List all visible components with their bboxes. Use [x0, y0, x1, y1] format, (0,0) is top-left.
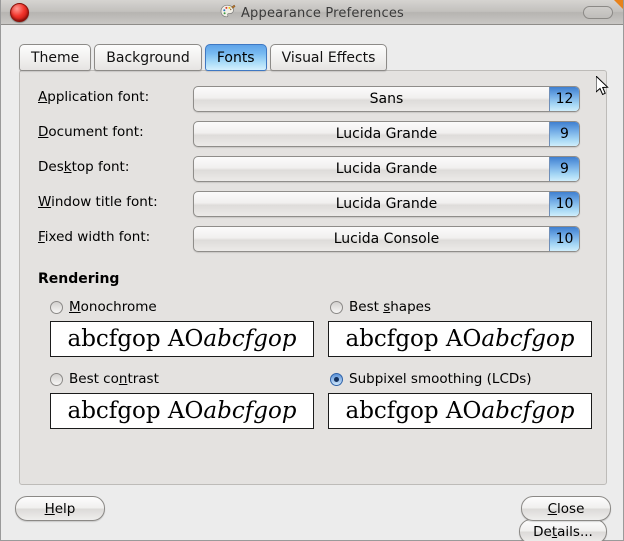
close-button[interactable]: Close [521, 496, 611, 521]
fixed-width-font-value: Lucida Console [333, 231, 440, 247]
label-text: hapes [390, 299, 431, 315]
window-title: Appearance Preferences [220, 4, 404, 21]
label-text: Best co [69, 371, 119, 387]
radio-monochrome-label: Monochrome [69, 299, 157, 315]
window-titlebar: Appearance Preferences [1, 0, 623, 25]
window-title-font-button[interactable]: Lucida Grande 10 [193, 191, 580, 217]
sample-best-contrast: abcfgop AO abcfgop [50, 393, 314, 429]
desktop-font-size[interactable]: 9 [549, 157, 579, 181]
document-font-button[interactable]: Lucida Grande 9 [193, 121, 580, 147]
sample-monochrome: abcfgop AO abcfgop [50, 321, 314, 357]
desktop-font-value: Lucida Grande [335, 161, 438, 177]
window-title-text: Appearance Preferences [240, 5, 405, 21]
radio-best-contrast-label: Best contrast [69, 371, 159, 387]
radio-best-shapes-label: Best shapes [349, 299, 431, 315]
window-title-font-value: Lucida Grande [335, 196, 438, 212]
details-button[interactable]: De t ails... [519, 519, 607, 541]
font-row-window-title: Window title font: Lucida Grande 10 [20, 191, 606, 217]
tab-background-label: Background [106, 49, 190, 66]
sample-roman-text: abcfgop AO [67, 398, 204, 424]
tab-visual-effects-label: Visual Effects [281, 49, 376, 66]
desktop-font-button[interactable]: Lucida Grande 9 [193, 156, 580, 182]
application-font-label: Application font: [38, 89, 198, 105]
fixed-width-font-size[interactable]: 10 [549, 227, 579, 251]
mnemonic: W [38, 194, 52, 210]
application-font-value: Sans [369, 91, 404, 107]
fixed-width-font-button[interactable]: Lucida Console 10 [193, 226, 580, 252]
radio-monochrome-indicator[interactable] [50, 300, 63, 314]
tab-bar: Theme Background Fonts Visual Effects [19, 44, 388, 71]
mnemonic: C [547, 500, 558, 517]
mnemonic: H [44, 500, 55, 517]
sample-italic-text: abcfgop [203, 326, 297, 352]
palette-icon [220, 4, 236, 17]
font-row-document: Document font: Lucida Grande 9 [20, 121, 606, 147]
mnemonic: F [38, 229, 45, 245]
sample-italic-text: abcfgop [481, 398, 575, 424]
font-row-application: Application font: Sans 12 [20, 86, 606, 112]
document-font-size[interactable]: 9 [549, 122, 579, 146]
radio-best-shapes-indicator[interactable] [330, 300, 343, 314]
mnemonic: D [38, 124, 49, 140]
window-title-font-size[interactable]: 10 [549, 192, 579, 216]
label-text: Des [38, 159, 64, 175]
label-text: elp [54, 500, 76, 517]
mnemonic: M [69, 299, 81, 315]
label-text: ails... [557, 523, 593, 540]
font-row-fixed-width: Fixed width font: Lucida Console 10 [20, 226, 606, 252]
corner-accent [614, 0, 623, 9]
close-window-button[interactable] [10, 3, 29, 22]
sample-roman-text: abcfgop AO [67, 326, 204, 352]
tab-fonts-label: Fonts [216, 49, 255, 66]
application-font-size[interactable]: 12 [549, 87, 579, 111]
font-row-desktop: Desktop font: Lucida Grande 9 [20, 156, 606, 182]
radio-best-contrast-indicator[interactable] [50, 372, 63, 386]
label-text: trast [127, 371, 159, 387]
label-text: pplication font: [47, 89, 150, 105]
tab-background[interactable]: Background [94, 44, 202, 71]
radio-subpixel-smoothing-indicator[interactable] [330, 372, 343, 386]
help-button[interactable]: Help [15, 496, 105, 521]
tab-fonts[interactable]: Fonts [204, 44, 267, 71]
application-font-button[interactable]: Sans 12 [193, 86, 580, 112]
label-text: lose [557, 500, 585, 517]
tab-visual-effects[interactable]: Visual Effects [269, 44, 388, 71]
sample-subpixel-smoothing: abcfgop AO abcfgop [328, 393, 592, 429]
label-text: De [533, 523, 552, 540]
label-text: Best [349, 299, 384, 315]
radio-subpixel-smoothing[interactable]: Subpixel smoothing (LCDs) [330, 371, 532, 387]
document-font-value: Lucida Grande [335, 126, 438, 142]
maximize-window-button[interactable] [583, 6, 613, 19]
radio-monochrome[interactable]: Monochrome [50, 299, 157, 315]
label-text: onochrome [80, 299, 157, 315]
mnemonic: A [38, 89, 48, 105]
sample-best-shapes: abcfgop AO abcfgop [328, 321, 592, 357]
radio-best-shapes[interactable]: Best shapes [330, 299, 431, 315]
label-text: ocument font: [48, 124, 144, 140]
label-text: indow title font: [51, 194, 158, 210]
radio-best-contrast[interactable]: Best contrast [50, 371, 159, 387]
fonts-tab-panel: Application font: Sans 12 Document font:… [19, 70, 607, 541]
sample-italic-text: abcfgop [481, 326, 575, 352]
rendering-section-title: Rendering [38, 271, 120, 287]
mnemonic: k [63, 159, 72, 175]
sample-italic-text: abcfgop [203, 398, 297, 424]
fixed-width-font-label: Fixed width font: [38, 229, 198, 245]
radio-subpixel-smoothing-label: Subpixel smoothing (LCDs) [349, 371, 532, 387]
label-text: ixed width font: [44, 229, 151, 245]
label-text: top font: [71, 159, 130, 175]
window-title-font-label: Window title font: [38, 194, 198, 210]
desktop-font-label: Desktop font: [38, 159, 198, 175]
appearance-preferences-window: Appearance Preferences Theme Background … [0, 0, 624, 541]
document-font-label: Document font: [38, 124, 198, 140]
sample-roman-text: abcfgop AO [345, 326, 482, 352]
sample-roman-text: abcfgop AO [345, 398, 482, 424]
tab-theme-label: Theme [31, 49, 80, 66]
tab-theme[interactable]: Theme [19, 44, 92, 71]
